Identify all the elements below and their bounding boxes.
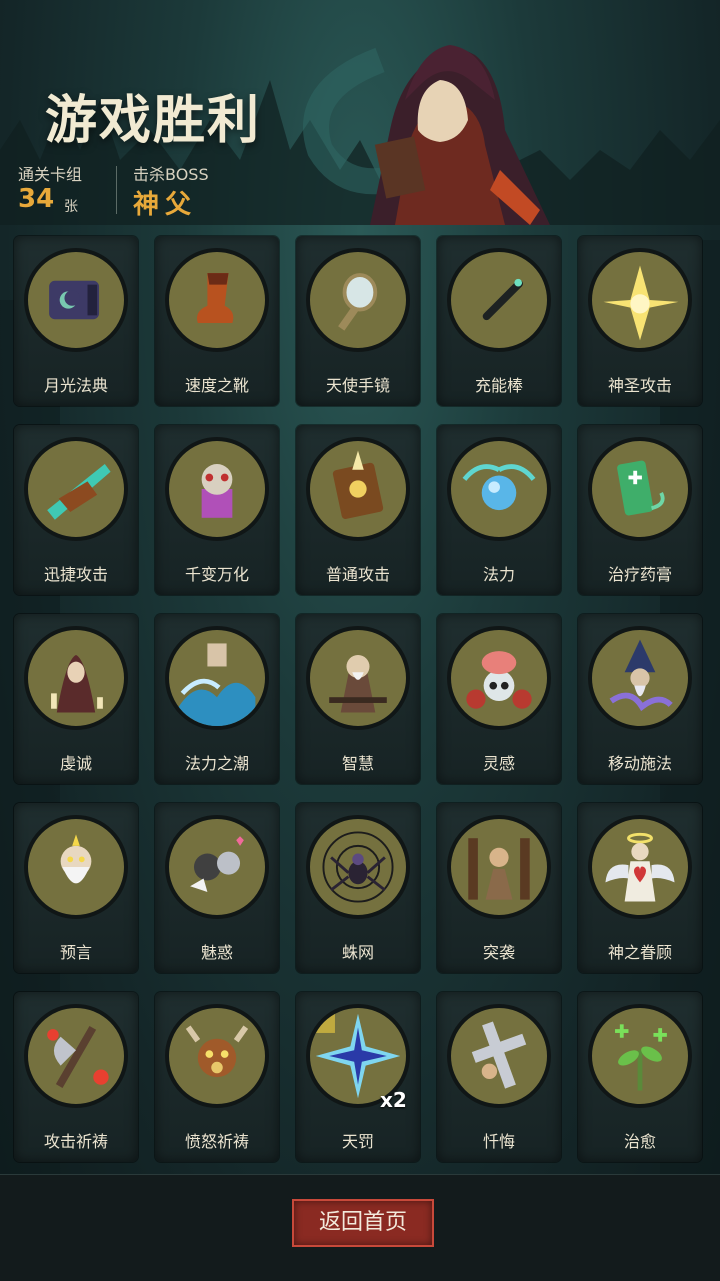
prophet-icon xyxy=(24,815,128,919)
card-label: 迅捷攻击 xyxy=(43,565,108,584)
holy-strike-icon xyxy=(588,248,692,352)
card-item[interactable]: 蛛网 xyxy=(296,803,420,973)
card-item[interactable]: 攻击祈祷 xyxy=(14,992,138,1162)
result-header: 游戏胜利 通关卡组 34 张 击杀BOSS 神父 xyxy=(0,0,720,225)
card-item[interactable]: 迅捷攻击 xyxy=(14,425,138,595)
boot-icon xyxy=(165,248,269,352)
healing-sprout-icon xyxy=(588,1004,692,1108)
swift-strike-icon xyxy=(24,437,128,541)
card-label: 移动施法 xyxy=(607,754,672,773)
card-item[interactable]: 灵感 xyxy=(437,614,561,784)
card-item[interactable]: 治愈 xyxy=(578,992,702,1162)
card-item[interactable]: 预言 xyxy=(14,803,138,973)
card-item[interactable]: 法力 xyxy=(437,425,561,595)
shapeshift-icon xyxy=(165,437,269,541)
brain-skull-icon xyxy=(447,626,551,730)
return-home-button[interactable]: 返回首页 xyxy=(292,1199,434,1247)
card-label: 灵感 xyxy=(482,754,515,773)
rage-prayer-icon xyxy=(165,1004,269,1108)
boss-portrait xyxy=(300,20,570,225)
card-item[interactable]: 普通攻击 xyxy=(296,425,420,595)
card-item[interactable]: 虔诚 xyxy=(14,614,138,784)
grimoire-icon xyxy=(24,248,128,352)
card-label: 治疗药膏 xyxy=(607,565,672,584)
card-item[interactable]: 突袭 xyxy=(437,803,561,973)
spellbook-strike-icon xyxy=(306,437,410,541)
card-label: 蛛网 xyxy=(341,943,374,962)
wand-icon xyxy=(447,248,551,352)
stat-divider xyxy=(116,166,117,214)
card-count-badge: x2 xyxy=(380,1088,407,1112)
card-label: 千变万化 xyxy=(184,565,249,584)
card-label: 虔诚 xyxy=(59,754,92,773)
card-item[interactable]: 千变万化 xyxy=(155,425,279,595)
mana-orb-icon xyxy=(447,437,551,541)
card-item[interactable]: 移动施法 xyxy=(578,614,702,784)
wizard-icon xyxy=(588,626,692,730)
card-item[interactable]: 天使手镜 xyxy=(296,236,420,406)
card-item[interactable]: 魅惑 xyxy=(155,803,279,973)
ambush-icon xyxy=(447,815,551,919)
card-label: 充能棒 xyxy=(474,376,523,395)
card-label: 智慧 xyxy=(341,754,374,773)
repentance-cross-icon xyxy=(447,1004,551,1108)
praying-nun-icon xyxy=(24,626,128,730)
card-label: 速度之靴 xyxy=(184,376,249,395)
card-item[interactable]: 神圣攻击 xyxy=(578,236,702,406)
card-label: 天使手镜 xyxy=(325,376,390,395)
card-label: 天罚 xyxy=(341,1132,374,1151)
card-item[interactable]: 智慧 xyxy=(296,614,420,784)
axe-prayer-icon xyxy=(24,1004,128,1108)
card-item[interactable]: 充能棒 xyxy=(437,236,561,406)
card-item[interactable]: 忏悔 xyxy=(437,992,561,1162)
cleared-deck-unit: 张 xyxy=(64,199,78,215)
mana-tide-icon xyxy=(165,626,269,730)
card-item[interactable]: 天罚 x2 xyxy=(296,992,420,1162)
boss-label: 击杀BOSS xyxy=(133,165,209,184)
spider-web-icon xyxy=(306,815,410,919)
card-label: 普通攻击 xyxy=(325,565,390,584)
card-label: 神之眷顾 xyxy=(607,943,672,962)
card-item[interactable]: 神之眷顾 xyxy=(578,803,702,973)
card-label: 预言 xyxy=(59,943,92,962)
sage-icon xyxy=(306,626,410,730)
cleared-deck-label: 通关卡组 xyxy=(18,165,83,184)
card-label: 法力 xyxy=(482,565,515,584)
cleared-deck-value: 34 xyxy=(18,184,55,214)
card-label: 月光法典 xyxy=(43,376,108,395)
card-item[interactable]: 治疗药膏 xyxy=(578,425,702,595)
charm-icon xyxy=(165,815,269,919)
card-item[interactable]: 愤怒祈祷 xyxy=(155,992,279,1162)
page-title: 游戏胜利 xyxy=(45,91,262,151)
card-label: 神圣攻击 xyxy=(607,376,672,395)
card-item[interactable]: 速度之靴 xyxy=(155,236,279,406)
card-label: 法力之潮 xyxy=(184,754,249,773)
card-label: 忏悔 xyxy=(482,1132,515,1151)
card-item[interactable]: 法力之潮 xyxy=(155,614,279,784)
healing-ointment-icon xyxy=(588,437,692,541)
card-label: 攻击祈祷 xyxy=(43,1132,108,1151)
hand-mirror-icon xyxy=(306,248,410,352)
card-label: 愤怒祈祷 xyxy=(184,1132,249,1151)
card-label: 治愈 xyxy=(623,1132,656,1151)
angel-heart-icon xyxy=(588,815,692,919)
boss-value: 神父 xyxy=(133,190,198,220)
card-label: 魅惑 xyxy=(200,943,233,962)
card-item[interactable]: 月光法典 xyxy=(14,236,138,406)
card-label: 突袭 xyxy=(482,943,515,962)
